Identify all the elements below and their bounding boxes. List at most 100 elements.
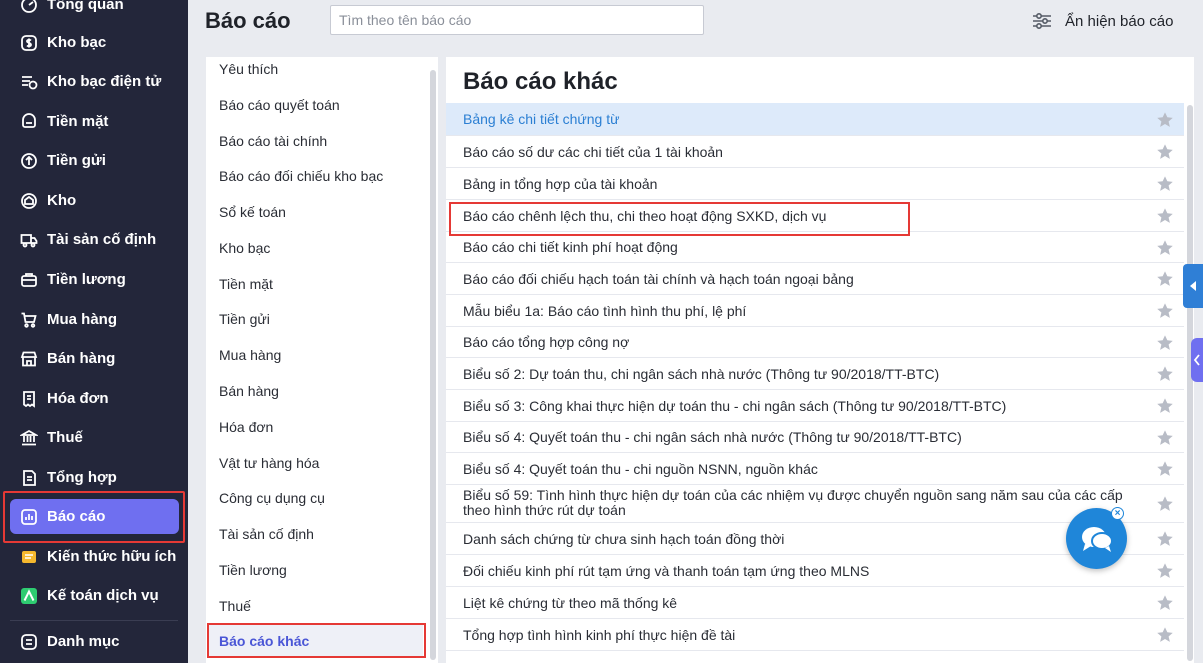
digital-treasury-icon bbox=[20, 73, 38, 91]
category-item[interactable]: Tiền gửi bbox=[219, 311, 270, 327]
report-row[interactable]: Biểu số 3: Công khai thực hiện dự toán t… bbox=[446, 390, 1184, 422]
report-name: Bảng kê chi tiết chứng từ bbox=[463, 111, 620, 127]
category-item[interactable]: Bán hàng bbox=[219, 383, 279, 399]
report-row[interactable]: Báo cáo đối chiếu hạch toán tài chính và… bbox=[446, 263, 1184, 295]
star-icon[interactable] bbox=[1156, 334, 1174, 352]
nav-item-kien-thuc[interactable]: Kiến thức hữu ích bbox=[0, 539, 188, 575]
chat-close-icon[interactable]: × bbox=[1111, 507, 1124, 520]
category-scrollbar[interactable] bbox=[430, 70, 436, 660]
report-name: Mẫu biểu 1a: Báo cáo tình hình thu phí, … bbox=[463, 303, 747, 319]
category-item[interactable]: Mua hàng bbox=[219, 347, 281, 363]
star-icon[interactable] bbox=[1156, 594, 1174, 612]
category-item[interactable]: Tiền mặt bbox=[219, 276, 273, 292]
report-row[interactable]: Báo cáo chênh lệch thu, chi theo hoạt độ… bbox=[446, 200, 1184, 232]
category-item[interactable]: Vật tư hàng hóa bbox=[219, 455, 319, 471]
collapse-tab[interactable] bbox=[1183, 264, 1203, 308]
nav-label: Tổng hợp bbox=[47, 469, 117, 486]
report-row[interactable]: Tổng hợp tình hình kinh phí thực hiện đề… bbox=[446, 619, 1184, 651]
nav-item-danh-muc[interactable]: Danh mục bbox=[0, 624, 188, 660]
category-item[interactable]: Tiền lương bbox=[219, 562, 287, 578]
nav-label: Tiền lương bbox=[47, 271, 126, 288]
star-icon[interactable] bbox=[1156, 397, 1174, 415]
star-icon[interactable] bbox=[1156, 429, 1174, 447]
category-item[interactable]: Báo cáo đối chiếu kho bạc bbox=[219, 168, 383, 184]
report-row[interactable]: Biểu số 4: Quyết toán thu - chi nguồn NS… bbox=[446, 453, 1184, 485]
search-input[interactable] bbox=[330, 5, 704, 35]
nav-item-thue[interactable]: Thuế bbox=[0, 420, 188, 456]
nav-item-tien-gui[interactable]: Tiền gửi bbox=[0, 143, 188, 179]
toggle-reports-label: Ẩn hiện báo cáo bbox=[1065, 12, 1174, 30]
nav-label: Bán hàng bbox=[47, 350, 116, 367]
category-item[interactable]: Tài sản cố định bbox=[219, 526, 314, 542]
nav-item-hoa-don[interactable]: Hóa đơn bbox=[0, 381, 188, 417]
category-item[interactable]: Kho bạc bbox=[219, 240, 270, 256]
report-panel: Báo cáo khác Bảng kê chi tiết chứng từ Bá… bbox=[446, 57, 1194, 663]
star-icon[interactable] bbox=[1156, 175, 1174, 193]
star-icon[interactable] bbox=[1156, 239, 1174, 257]
star-icon[interactable] bbox=[1156, 530, 1174, 548]
category-item[interactable]: Báo cáo quyết toán bbox=[219, 97, 340, 113]
report-row[interactable]: Báo cáo chi tiết kinh phí hoạt động bbox=[446, 232, 1184, 263]
caret-left-icon bbox=[1190, 281, 1196, 291]
salary-icon bbox=[20, 271, 38, 289]
report-name: Báo cáo số dư các chi tiết của 1 tài kho… bbox=[463, 144, 723, 160]
summary-icon bbox=[20, 469, 38, 487]
category-item-active[interactable]: Báo cáo khác bbox=[219, 633, 309, 649]
report-name: Biểu số 4: Quyết toán thu - chi ngân sác… bbox=[463, 429, 962, 445]
nav-item-tong-hop[interactable]: Tổng hợp bbox=[0, 460, 188, 496]
category-item[interactable]: Yêu thích bbox=[219, 61, 278, 77]
nav-item-tien-mat[interactable]: Tiền mặt bbox=[0, 104, 188, 140]
category-item[interactable]: Báo cáo tài chính bbox=[219, 133, 327, 149]
report-name: Biểu số 3: Công khai thực hiện dự toán t… bbox=[463, 398, 1007, 414]
category-item[interactable]: Sổ kế toán bbox=[219, 204, 286, 220]
dashboard-icon bbox=[20, 0, 38, 14]
nav-label: Hóa đơn bbox=[47, 390, 109, 407]
category-item[interactable]: Công cụ dụng cụ bbox=[219, 490, 325, 506]
nav-label: Tiền mặt bbox=[47, 113, 109, 130]
report-row[interactable]: Liệt kê chứng từ theo mã thống kê bbox=[446, 587, 1184, 619]
nav-item-mua-hang[interactable]: Mua hàng bbox=[0, 302, 188, 338]
report-row[interactable]: Đối chiếu kinh phí rút tạm ứng và thanh … bbox=[446, 555, 1184, 587]
star-icon[interactable] bbox=[1156, 111, 1174, 129]
star-icon[interactable] bbox=[1156, 460, 1174, 478]
knowledge-icon bbox=[20, 548, 38, 566]
star-icon[interactable] bbox=[1156, 365, 1174, 383]
star-icon[interactable] bbox=[1156, 302, 1174, 320]
nav-item-ban-hang[interactable]: Bán hàng bbox=[0, 341, 188, 377]
nav-label: Danh mục bbox=[47, 633, 120, 650]
nav-item-overview[interactable]: Tổng quan bbox=[0, 0, 188, 23]
category-item[interactable]: Thuế bbox=[219, 598, 251, 614]
report-row[interactable]: Biểu số 2: Dự toán thu, chi ngân sách nh… bbox=[446, 358, 1184, 390]
nav-item-tai-san[interactable]: Tài sản cố định bbox=[0, 222, 188, 258]
sliders-icon bbox=[1033, 12, 1051, 30]
nav-label: Thuế bbox=[47, 429, 83, 446]
nav-item-tien-luong[interactable]: Tiền lương bbox=[0, 262, 188, 298]
report-row[interactable]: Bảng kê chi tiết chứng từ bbox=[446, 103, 1184, 136]
star-icon[interactable] bbox=[1156, 495, 1174, 513]
nav-item-kho[interactable]: Kho bbox=[0, 183, 188, 219]
report-name: Bảng in tổng hợp của tài khoản bbox=[463, 176, 658, 192]
report-row[interactable]: Mẫu biểu 1a: Báo cáo tình hình thu phí, … bbox=[446, 295, 1184, 327]
report-name: Liệt kê chứng từ theo mã thống kê bbox=[463, 595, 678, 611]
nav-label: Báo cáo bbox=[47, 508, 106, 525]
report-name: Danh sách chứng từ chưa sinh hạch toán đ… bbox=[463, 531, 785, 547]
star-icon[interactable] bbox=[1156, 270, 1174, 288]
report-row[interactable]: Báo cáo số dư các chi tiết của 1 tài kho… bbox=[446, 136, 1184, 168]
star-icon[interactable] bbox=[1156, 626, 1174, 644]
toggle-reports-button[interactable]: Ẩn hiện báo cáo bbox=[1031, 8, 1173, 34]
report-row[interactable]: Báo cáo tổng hợp công nợ bbox=[446, 327, 1184, 358]
star-icon[interactable] bbox=[1156, 207, 1174, 225]
star-icon[interactable] bbox=[1156, 562, 1174, 580]
report-row[interactable]: Bảng in tổng hợp của tài khoản bbox=[446, 168, 1184, 200]
star-icon[interactable] bbox=[1156, 143, 1174, 161]
nav-item-bao-cao[interactable]: Báo cáo bbox=[10, 499, 179, 534]
nav-label: Tài sản cố định bbox=[47, 231, 157, 248]
report-scrollbar[interactable] bbox=[1187, 105, 1193, 661]
nav-item-kho-bac-dien-tu[interactable]: Kho bạc điện tử bbox=[0, 64, 188, 100]
report-name: Đối chiếu kinh phí rút tạm ứng và thanh … bbox=[463, 563, 870, 579]
report-row[interactable]: Biểu số 4: Quyết toán thu - chi ngân sác… bbox=[446, 422, 1184, 453]
nav-item-kho-bac[interactable]: Kho bạc bbox=[0, 25, 188, 61]
category-item[interactable]: Hóa đơn bbox=[219, 419, 273, 435]
nav-item-ke-toan-dich-vu[interactable]: Kế toán dịch vụ bbox=[0, 578, 188, 614]
expand-tab[interactable] bbox=[1191, 338, 1203, 382]
